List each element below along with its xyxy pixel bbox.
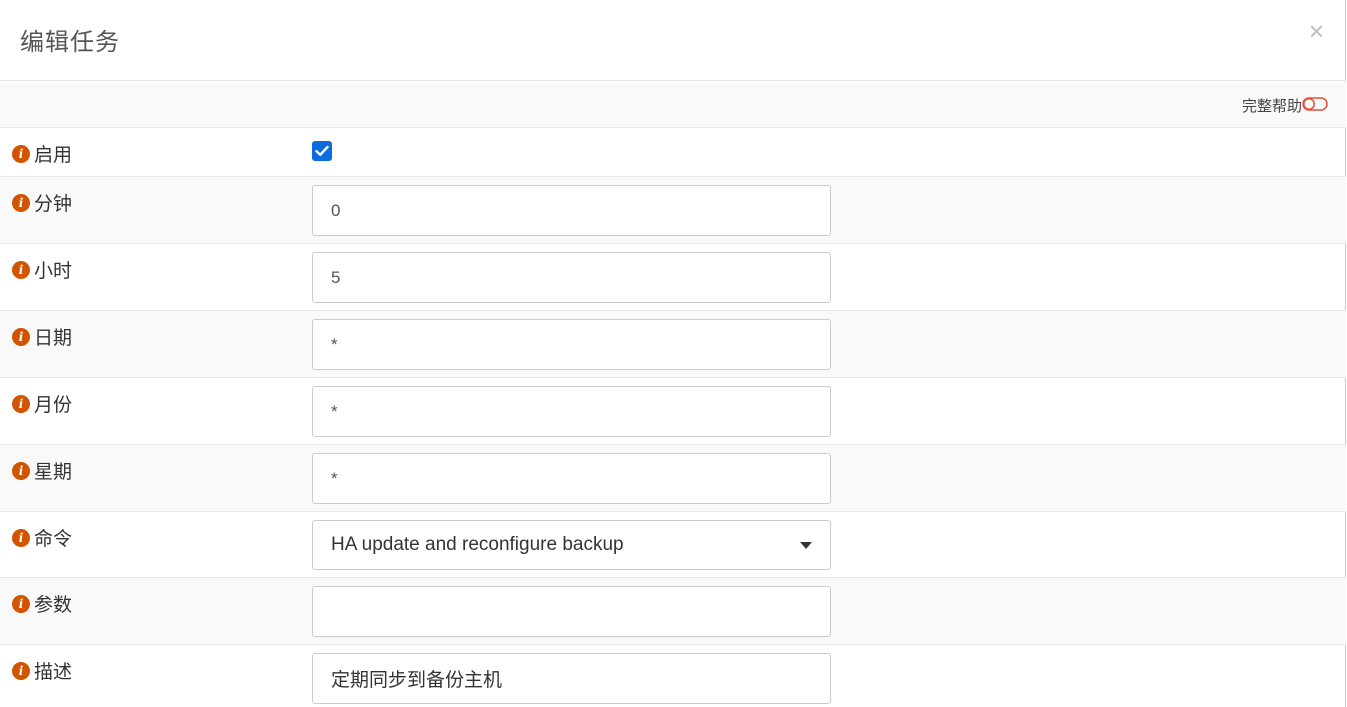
info-icon[interactable]: i — [12, 594, 30, 613]
row-hour: i 小时 5 — [0, 244, 1346, 311]
modal-title: 编辑任务 — [20, 28, 120, 56]
enabled-label: 启用 — [34, 144, 73, 166]
enabled-label-group: i 启用 — [12, 140, 72, 167]
enabled-checkbox[interactable] — [312, 141, 332, 161]
weekday-input[interactable]: * — [312, 453, 831, 504]
month-label: 月份 — [34, 394, 73, 416]
parameters-label-group: i 参数 — [12, 590, 72, 617]
help-bar: 完整帮助 — [0, 82, 1346, 128]
day-label: 日期 — [34, 327, 73, 349]
minute-input[interactable]: 0 — [312, 185, 831, 236]
parameters-label: 参数 — [34, 594, 73, 616]
row-day: i 日期 * — [0, 311, 1346, 378]
row-month: i 月份 * — [0, 378, 1346, 445]
command-label-group: i 命令 — [12, 524, 72, 551]
description-input[interactable]: 定期同步到备份主机 — [312, 653, 831, 704]
row-command: i 命令 HA update and reconfigure backup — [0, 512, 1346, 578]
modal-header: 编辑任务 × — [0, 0, 1346, 81]
description-label: 描述 — [34, 661, 73, 683]
info-icon[interactable]: i — [12, 327, 30, 346]
row-minute: i 分钟 0 — [0, 177, 1346, 244]
minute-label-group: i 分钟 — [12, 189, 72, 216]
minute-label: 分钟 — [34, 193, 73, 215]
hour-input[interactable]: 5 — [312, 252, 831, 303]
row-parameters: i 参数 — [0, 578, 1346, 645]
row-weekday: i 星期 * — [0, 445, 1346, 512]
command-select[interactable]: HA update and reconfigure backup — [312, 520, 831, 570]
full-help-label[interactable]: 完整帮助 — [1242, 95, 1302, 116]
hour-label-group: i 小时 — [12, 256, 72, 283]
info-icon[interactable]: i — [12, 661, 30, 680]
caret-down-icon — [800, 541, 812, 549]
row-enabled: i 启用 — [0, 128, 1346, 177]
info-icon[interactable]: i — [12, 528, 30, 547]
description-label-group: i 描述 — [12, 657, 72, 684]
info-icon[interactable]: i — [12, 394, 30, 413]
checkmark-icon — [315, 145, 329, 156]
weekday-label-group: i 星期 — [12, 457, 72, 484]
info-icon[interactable]: i — [12, 193, 30, 212]
parameters-input[interactable] — [312, 586, 831, 637]
month-input[interactable]: * — [312, 386, 831, 437]
info-icon[interactable]: i — [12, 260, 30, 279]
day-input[interactable]: * — [312, 319, 831, 370]
command-select-value: HA update and reconfigure backup — [331, 534, 624, 555]
full-help-toggle-icon[interactable] — [1302, 97, 1328, 111]
month-label-group: i 月份 — [12, 390, 72, 417]
info-icon[interactable]: i — [12, 144, 30, 163]
command-label: 命令 — [34, 528, 73, 550]
row-description: i 描述 定期同步到备份主机 — [0, 645, 1346, 707]
close-button[interactable]: × — [1309, 18, 1324, 44]
edit-task-modal: 编辑任务 × 完整帮助 i 启用 i 分钟 0 i 小时 5 i 日期 * i … — [0, 0, 1346, 707]
weekday-label: 星期 — [34, 461, 73, 483]
info-icon[interactable]: i — [12, 461, 30, 480]
hour-label: 小时 — [34, 260, 73, 282]
day-label-group: i 日期 — [12, 323, 72, 350]
